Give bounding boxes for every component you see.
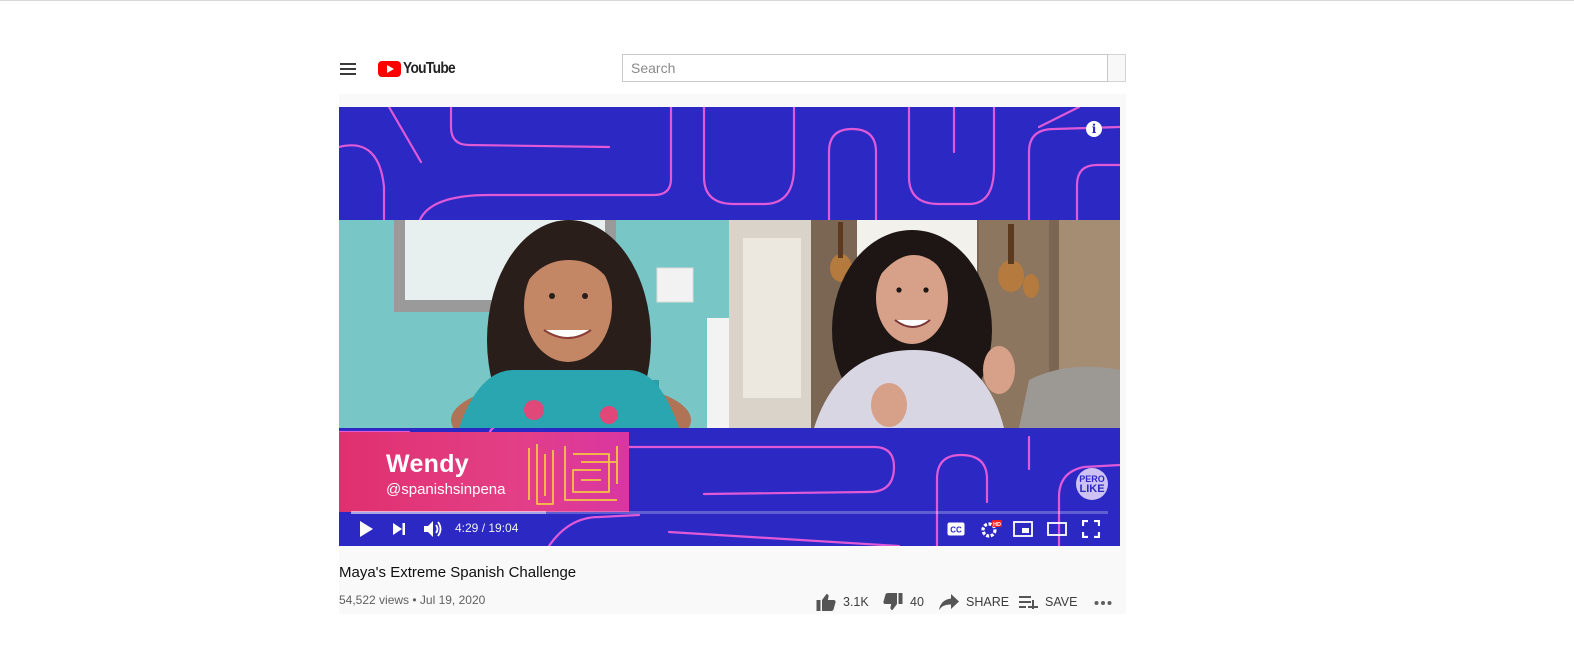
thumb-down-icon: [883, 593, 903, 610]
next-icon: [393, 523, 405, 535]
save-button[interactable]: SAVE: [1019, 592, 1077, 612]
share-button[interactable]: SHARE: [939, 592, 1009, 612]
time-display: 4:29 / 19:04: [455, 521, 519, 535]
like-count: 3.1K: [843, 595, 869, 609]
lower-third-handle: @spanishsinpena: [386, 481, 506, 498]
hd-badge: HD: [993, 522, 1001, 528]
channel-watermark-line-2: LIKE: [1079, 483, 1105, 495]
participant-video-right: [729, 220, 1120, 428]
lower-third-name: Wendy: [386, 450, 469, 478]
next-button[interactable]: [389, 517, 409, 541]
save-label: SAVE: [1045, 595, 1078, 609]
video-player[interactable]: Wendy @spanishsinpena i PERO LIKE 4:29 /: [339, 107, 1120, 546]
window-top-border: [0, 0, 1574, 1]
volume-button[interactable]: [422, 517, 444, 541]
menu-icon[interactable]: [340, 62, 356, 76]
participant-left-image: [339, 220, 729, 428]
maze-graphic: [528, 444, 618, 505]
progress-bar[interactable]: [351, 511, 1108, 514]
like-button[interactable]: 3.1K: [816, 592, 869, 612]
participant-video-left: [339, 220, 729, 428]
settings-icon: HD: [981, 520, 1002, 538]
search-button[interactable]: [1108, 54, 1126, 82]
name-lower-third: Wendy @spanishsinpena: [339, 432, 629, 512]
share-icon: [939, 594, 959, 610]
theater-mode-button[interactable]: [1046, 517, 1068, 541]
youtube-logo[interactable]: YouTube: [378, 60, 463, 78]
fullscreen-button[interactable]: [1080, 517, 1102, 541]
info-icon[interactable]: i: [1086, 121, 1102, 137]
miniplayer-icon: [1013, 521, 1033, 537]
subtitles-button[interactable]: CC: [945, 517, 967, 541]
volume-icon: [424, 521, 442, 537]
settings-button[interactable]: HD: [979, 517, 1003, 541]
video-meta: 54,522 views • Jul 19, 2020: [339, 593, 486, 607]
logo-text: YouTube: [403, 60, 456, 77]
participant-right-image: [729, 220, 1120, 428]
dislike-button[interactable]: 40: [883, 592, 924, 612]
search-input[interactable]: [622, 54, 1108, 82]
save-icon: [1019, 596, 1038, 609]
thumb-up-icon: [816, 594, 836, 611]
channel-watermark[interactable]: PERO LIKE: [1076, 468, 1108, 500]
play-icon: [360, 521, 373, 537]
cc-icon: CC: [947, 522, 965, 536]
svg-text:CC: CC: [950, 526, 962, 535]
share-label: SHARE: [966, 595, 1010, 609]
play-button[interactable]: [355, 517, 377, 541]
more-icon: [1094, 601, 1112, 605]
youtube-logo-icon: [378, 61, 401, 77]
masthead: YouTube: [339, 40, 1126, 94]
dislike-count: 40: [910, 595, 924, 609]
theater-icon: [1047, 522, 1067, 536]
progress-loaded: [351, 511, 546, 514]
video-title: Maya's Extreme Spanish Challenge: [339, 564, 577, 581]
fullscreen-icon: [1082, 520, 1100, 538]
miniplayer-button[interactable]: [1012, 517, 1034, 541]
more-actions-button[interactable]: [1094, 592, 1119, 612]
